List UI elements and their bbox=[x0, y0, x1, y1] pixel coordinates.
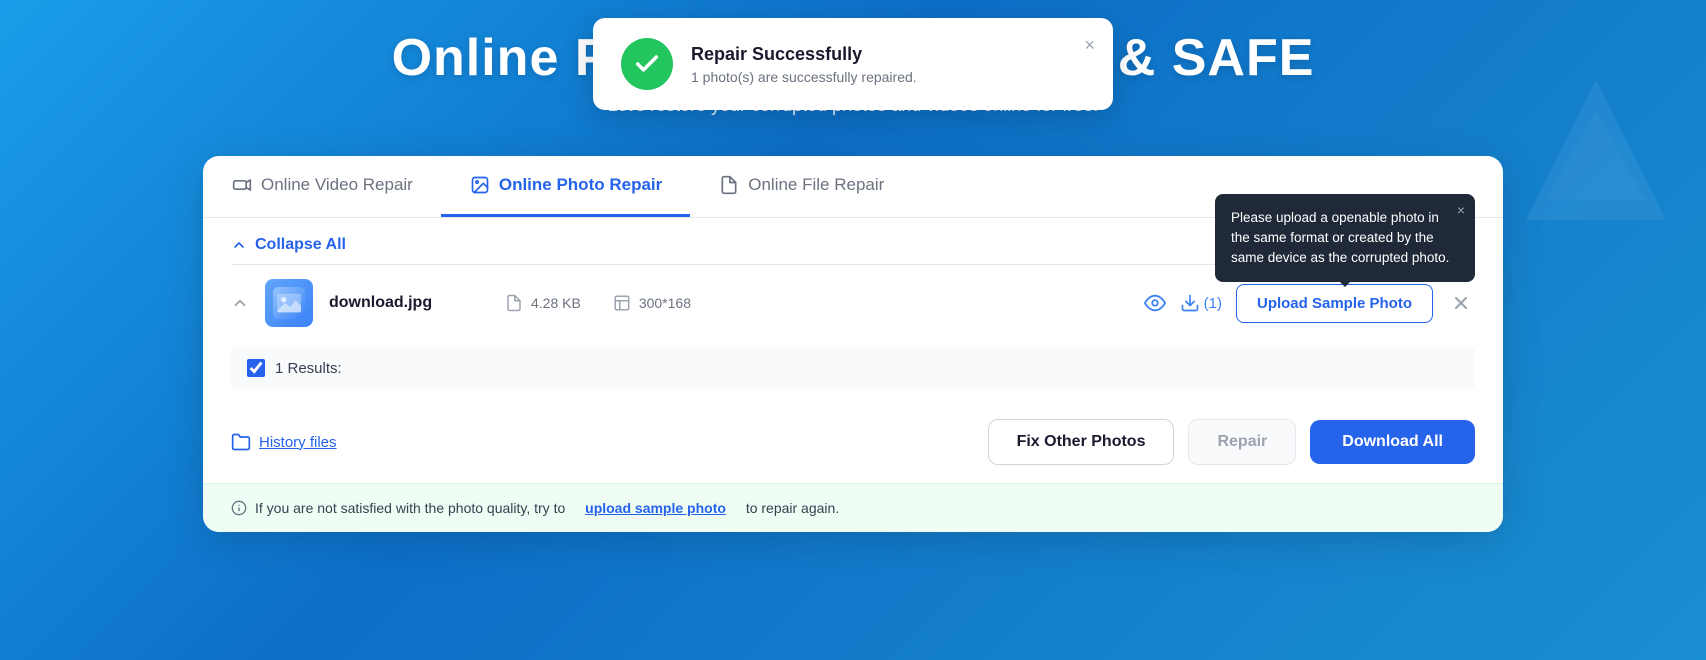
tab-photo-label: Online Photo Repair bbox=[499, 175, 662, 195]
info-upload-link[interactable]: upload sample photo bbox=[585, 500, 726, 516]
toast-subtitle: 1 photo(s) are successfully repaired. bbox=[691, 69, 1085, 85]
collapse-label: Collapse All bbox=[255, 236, 346, 254]
info-text-before: If you are not satisfied with the photo … bbox=[255, 500, 565, 516]
tab-video-label: Online Video Repair bbox=[261, 175, 413, 195]
toast-title: Repair Successfully bbox=[691, 44, 1085, 65]
photo-tab-icon bbox=[469, 174, 491, 196]
download-icon bbox=[1180, 293, 1200, 313]
content-area: Collapse All bbox=[203, 218, 1503, 483]
tooltip-text: Please upload a openable photo in the sa… bbox=[1231, 210, 1449, 266]
file-meta: 4.28 KB 300*168 bbox=[505, 294, 1128, 312]
collapse-icon bbox=[231, 237, 247, 253]
download-count[interactable]: (1) bbox=[1180, 293, 1222, 313]
file-thumbnail bbox=[265, 279, 313, 327]
results-label: 1 Results: bbox=[275, 360, 342, 377]
file-size-icon bbox=[505, 294, 523, 312]
footer-actions: History files Fix Other Photos Repair Do… bbox=[231, 405, 1475, 483]
success-icon bbox=[621, 38, 673, 90]
download-all-button[interactable]: Download All bbox=[1310, 420, 1475, 464]
info-bar: If you are not satisfied with the photo … bbox=[203, 483, 1503, 532]
tooltip-box: × Please upload a openable photo in the … bbox=[1215, 194, 1475, 283]
download-count-label: (1) bbox=[1204, 295, 1222, 312]
preview-icon[interactable] bbox=[1144, 292, 1166, 314]
tab-video[interactable]: Online Video Repair bbox=[203, 156, 441, 217]
file-size-item: 4.28 KB bbox=[505, 294, 581, 312]
toast-overlay: Repair Successfully 1 photo(s) are succe… bbox=[593, 18, 1113, 110]
file-close-button[interactable] bbox=[1447, 289, 1475, 317]
main-card: Online Video Repair Online Photo Repair … bbox=[203, 156, 1503, 532]
dimensions-icon bbox=[613, 294, 631, 312]
info-text-after: to repair again. bbox=[746, 500, 839, 516]
results-row: 1 Results: bbox=[231, 345, 1475, 391]
fix-other-photos-button[interactable]: Fix Other Photos bbox=[988, 419, 1175, 465]
repair-button[interactable]: Repair bbox=[1188, 419, 1296, 465]
info-icon bbox=[231, 500, 247, 516]
toast-content: Repair Successfully 1 photo(s) are succe… bbox=[691, 44, 1085, 85]
toast-close-button[interactable]: × bbox=[1080, 32, 1099, 58]
tooltip-close-button[interactable]: × bbox=[1455, 200, 1467, 220]
file-size: 4.28 KB bbox=[531, 295, 581, 311]
file-tab-icon bbox=[718, 174, 740, 196]
history-files-link[interactable]: History files bbox=[231, 432, 974, 452]
history-files-label: History files bbox=[259, 434, 337, 451]
results-checkbox[interactable] bbox=[247, 359, 265, 377]
file-chevron-icon[interactable] bbox=[231, 294, 249, 312]
folder-icon bbox=[231, 432, 251, 452]
file-dimensions: 300*168 bbox=[639, 295, 691, 311]
file-dimensions-item: 300*168 bbox=[613, 294, 691, 312]
tab-file-label: Online File Repair bbox=[748, 175, 884, 195]
file-row: download.jpg 4.28 KB 300*168 bbox=[231, 264, 1475, 341]
upload-sample-button[interactable]: Upload Sample Photo bbox=[1236, 284, 1433, 323]
file-actions: (1) Upload Sample Photo × Please upload … bbox=[1144, 284, 1475, 323]
success-toast: Repair Successfully 1 photo(s) are succe… bbox=[593, 18, 1113, 110]
tab-file[interactable]: Online File Repair bbox=[690, 156, 912, 217]
video-tab-icon bbox=[231, 174, 253, 196]
file-name: download.jpg bbox=[329, 294, 489, 312]
tab-photo[interactable]: Online Photo Repair bbox=[441, 156, 690, 217]
